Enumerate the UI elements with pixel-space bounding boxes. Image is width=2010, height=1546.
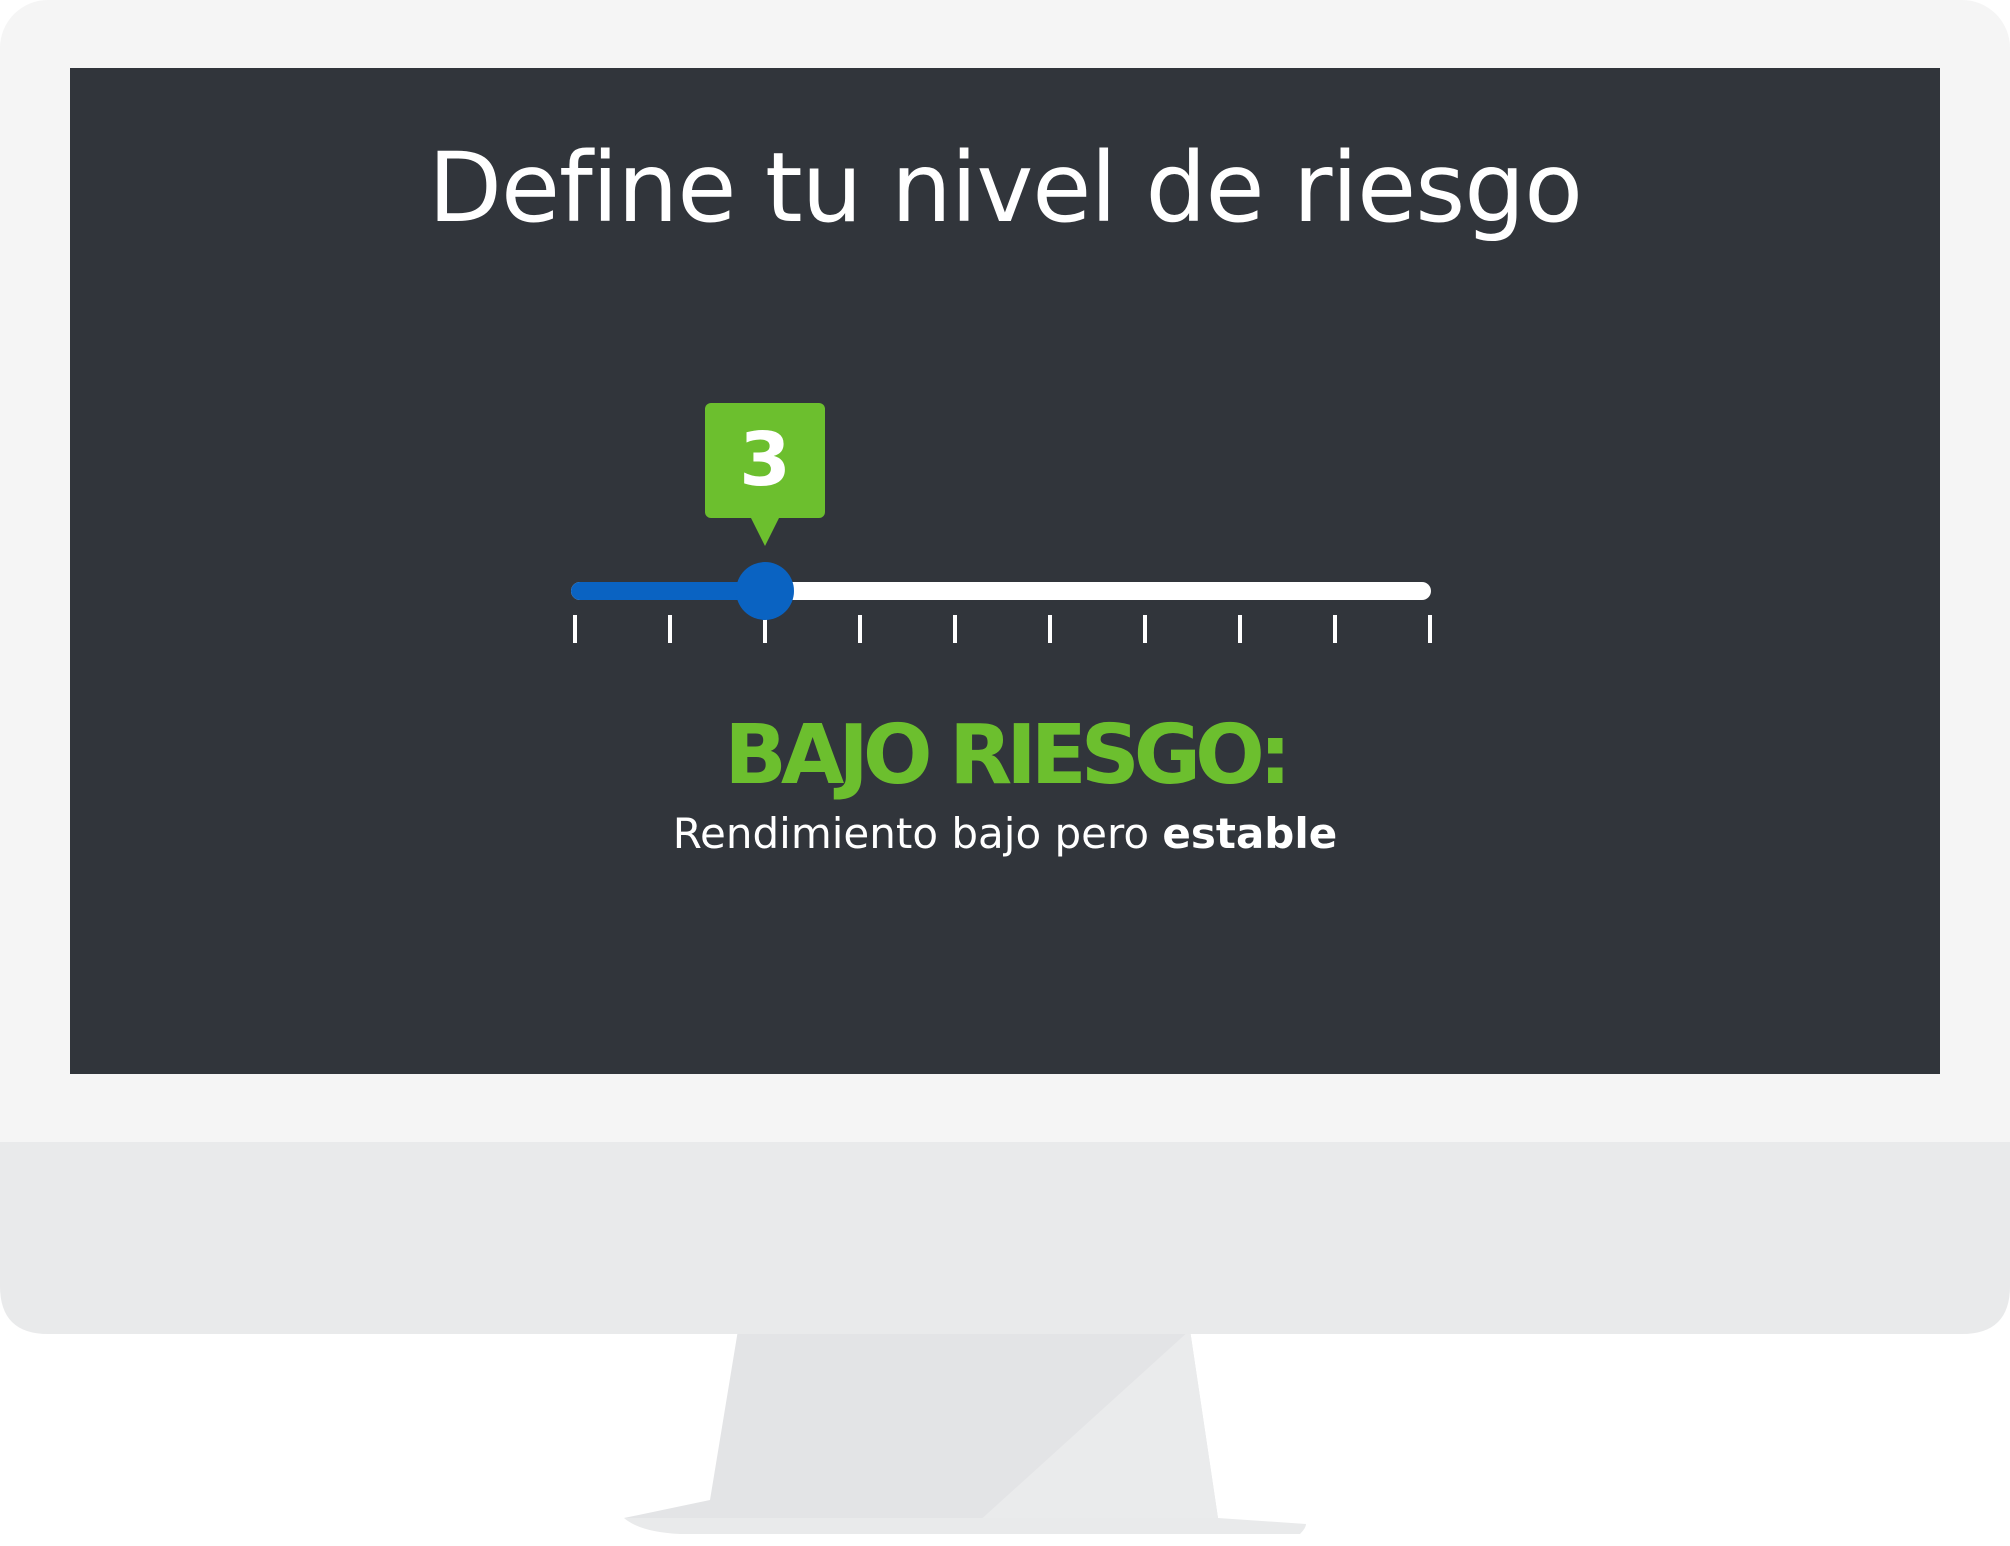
risk-description-text: Rendimiento bajo pero [672,809,1150,858]
page-title: Define tu nivel de riesgo [428,132,1583,244]
slider-tick [1428,615,1432,643]
risk-level-description: Rendimiento bajo pero estable [0,813,2010,855]
slider-value-bubble: 3 [705,403,825,546]
monitor-illustration: Define tu nivel de riesgo 3 BAJO RIESGO:… [0,0,2010,1546]
risk-description-emphasis: estable [1162,809,1338,858]
slider-tick [1048,615,1052,643]
slider-tick [668,615,672,643]
slider-tick [573,615,577,643]
slider-tick [1238,615,1242,643]
slider-track[interactable] [571,582,1431,600]
slider-tick [1143,615,1147,643]
slider-tick [1333,615,1337,643]
slider-tick [953,615,957,643]
risk-level-label: BAJO RIESGO: [724,708,1291,803]
risk-level-slider[interactable]: 3 [565,400,1465,660]
slider-thumb[interactable] [736,562,794,620]
monitor-chin [0,1142,2010,1334]
slider-tick [858,615,862,643]
monitor-stand-base [624,1518,1306,1534]
